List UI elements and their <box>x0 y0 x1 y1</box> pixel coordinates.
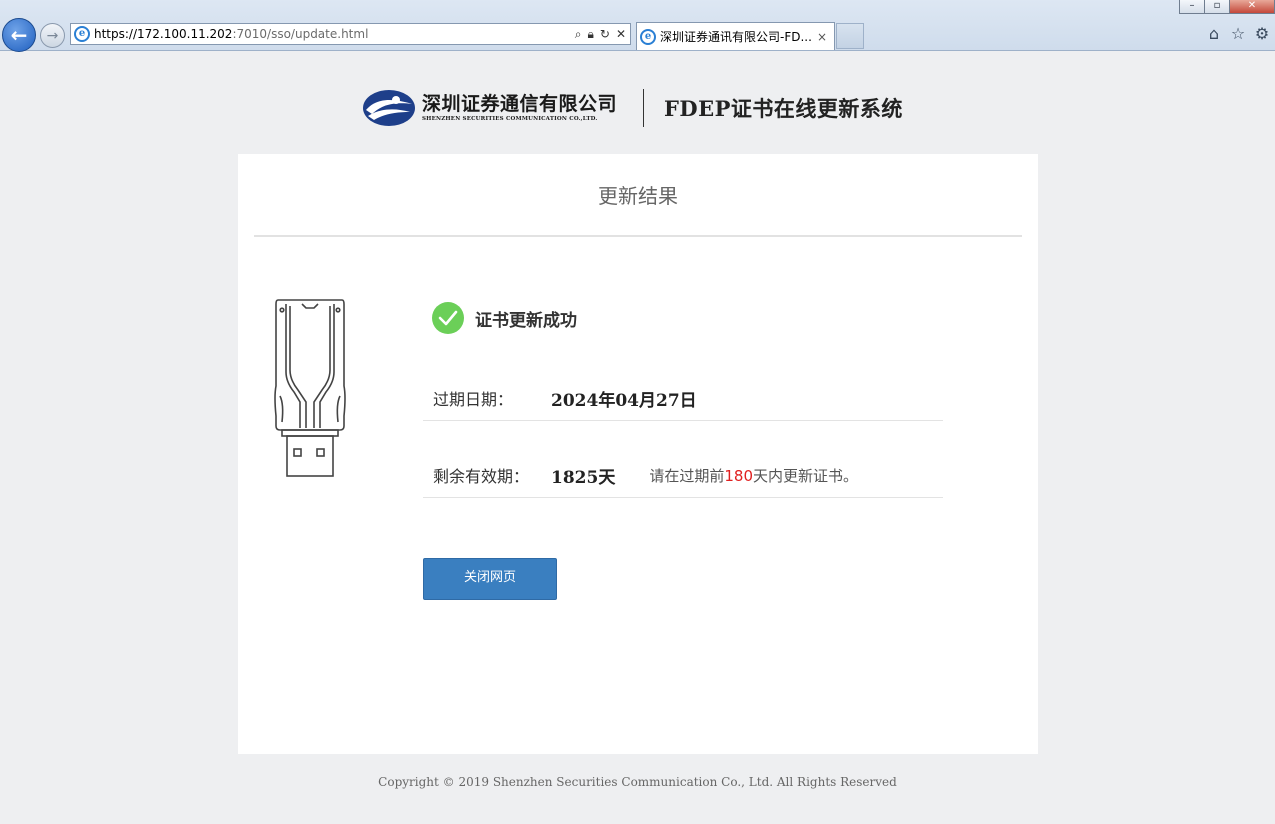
remaining-value: 1825天 <box>551 467 616 488</box>
usb-key-icon <box>274 299 346 477</box>
company-logo-text: 深圳证券通信有限公司 SHENZHEN SECURITIES COMMUNICA… <box>422 93 617 123</box>
browser-tab[interactable]: e 深圳证券通讯有限公司-FD... × <box>636 22 835 50</box>
window-controls: – ▫ ✕ <box>1179 0 1275 14</box>
back-button[interactable]: ← <box>2 18 36 52</box>
check-circle-icon <box>432 302 464 334</box>
minimize-button[interactable]: – <box>1179 0 1205 14</box>
toolbar-right: ⌂ ☆ ⚙ <box>1205 24 1271 44</box>
tab-ie-icon: e <box>640 28 656 45</box>
refresh-icon[interactable]: ↻ <box>600 27 610 41</box>
favorites-star-icon[interactable]: ☆ <box>1229 24 1247 44</box>
system-title: FDEP证书在线更新系统 <box>664 96 903 121</box>
tab-title: 深圳证券通讯有限公司-FD... <box>660 30 812 44</box>
note-prefix: 请在过期前 <box>649 466 725 485</box>
arrow-left-icon: ← <box>10 23 28 47</box>
card-title: 更新结果 <box>598 184 678 208</box>
header-divider <box>643 89 645 127</box>
search-icon[interactable]: ⌕ <box>575 27 582 42</box>
note-suffix: 天内更新证书。 <box>753 466 859 485</box>
url-host: https://172.100.11.202 <box>94 27 233 41</box>
card-divider <box>254 235 1022 237</box>
gear-icon[interactable]: ⚙ <box>1253 24 1271 44</box>
browser-chrome: – ▫ ✕ ← → e https://172.100.11.202:7010/… <box>0 0 1275 52</box>
expiry-row: 过期日期： 2024年04月27日 <box>423 376 943 421</box>
renewal-note: 请在过期前180天内更新证书。 <box>649 465 858 486</box>
site-header: 深圳证券通信有限公司 SHENZHEN SECURITIES COMMUNICA… <box>362 86 903 130</box>
checkmark-icon <box>438 310 458 326</box>
expiry-value: 2024年04月27日 <box>551 390 697 411</box>
stop-icon[interactable]: ✕ <box>616 27 626 41</box>
expiry-label: 过期日期： <box>433 390 514 409</box>
url-text[interactable]: https://172.100.11.202:7010/sso/update.h… <box>94 27 368 41</box>
maximize-button[interactable]: ▫ <box>1204 0 1230 14</box>
success-text: 证书更新成功 <box>475 310 577 331</box>
success-message: 证书更新成功 <box>432 302 577 334</box>
new-tab-button[interactable] <box>836 23 864 49</box>
remaining-label: 剩余有效期： <box>433 467 530 486</box>
ie-icon: e <box>74 26 90 42</box>
note-days: 180 <box>724 466 753 485</box>
tab-close-icon[interactable]: × <box>814 30 830 44</box>
result-card: 更新结果 证书更新成功 过期日期： 2024年04月27日 剩余有效期： 182… <box>238 154 1038 754</box>
copyright: Copyright © 2019 Shenzhen Securities Com… <box>378 775 897 789</box>
home-icon[interactable]: ⌂ <box>1205 24 1223 44</box>
url-path: :7010/sso/update.html <box>232 27 369 41</box>
window-close-button[interactable]: ✕ <box>1229 0 1275 14</box>
lock-icon[interactable]: 🔒︎ <box>587 27 593 42</box>
company-logo-icon <box>363 90 415 126</box>
address-tools: ⌕ 🔒︎ ↻ ✕ <box>575 27 630 42</box>
forward-button[interactable]: → <box>40 23 65 48</box>
address-bar[interactable]: e https://172.100.11.202:7010/sso/update… <box>70 23 631 45</box>
arrow-right-icon: → <box>46 27 59 44</box>
close-page-button[interactable]: 关闭网页 <box>423 558 557 600</box>
remaining-row: 剩余有效期： 1825天 请在过期前180天内更新证书。 <box>423 453 943 498</box>
company-name-cn: 深圳证券通信有限公司 <box>422 93 618 115</box>
company-name-en: SHENZHEN SECURITIES COMMUNICATION CO.,LT… <box>422 116 598 122</box>
